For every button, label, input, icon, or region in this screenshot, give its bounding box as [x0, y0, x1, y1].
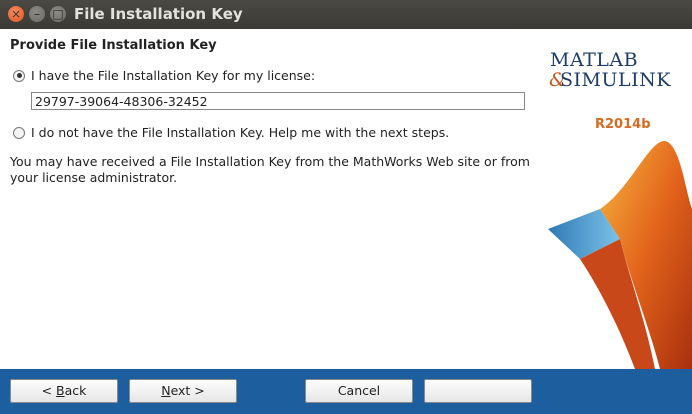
simulink-wordmark: SIMULINK: [560, 69, 671, 91]
branding-panel: MATLAB & SIMULINK R2014b: [540, 29, 692, 369]
info-note-line2: your license administrator.: [10, 170, 178, 185]
have-key-label: I have the File Installation Key for my …: [31, 68, 316, 83]
info-note: You may have received a File Installatio…: [10, 154, 535, 186]
maximize-window-button[interactable]: □: [50, 6, 66, 22]
membrane-logo-icon: [548, 140, 692, 369]
next-button[interactable]: Next >: [129, 379, 237, 403]
main-content: Provide File Installation Key I have the…: [0, 29, 540, 369]
button-bar: < Back Next > Cancel: [0, 369, 692, 414]
help-button[interactable]: [424, 379, 532, 403]
maximize-icon: □: [52, 7, 64, 21]
title-bar: × – □ File Installation Key: [0, 0, 692, 29]
back-button[interactable]: < Back: [10, 379, 118, 403]
matlab-wordmark: MATLAB: [550, 49, 639, 71]
no-key-label: I do not have the File Installation Key.…: [31, 125, 450, 140]
no-key-radio[interactable]: [13, 126, 25, 139]
close-icon: ×: [10, 7, 22, 21]
info-note-line1: You may have received a File Installatio…: [10, 154, 530, 169]
cancel-button[interactable]: Cancel: [305, 379, 413, 403]
page-title: Provide File Installation Key: [10, 38, 217, 53]
installation-key-input[interactable]: [31, 92, 525, 110]
have-key-radio[interactable]: [13, 69, 25, 82]
no-key-option[interactable]: I do not have the File Installation Key.…: [13, 125, 449, 140]
minimize-icon: –: [34, 7, 40, 21]
window-title: File Installation Key: [74, 5, 243, 23]
close-window-button[interactable]: ×: [8, 6, 24, 22]
have-key-option[interactable]: I have the File Installation Key for my …: [13, 68, 315, 83]
minimize-window-button[interactable]: –: [29, 6, 45, 22]
